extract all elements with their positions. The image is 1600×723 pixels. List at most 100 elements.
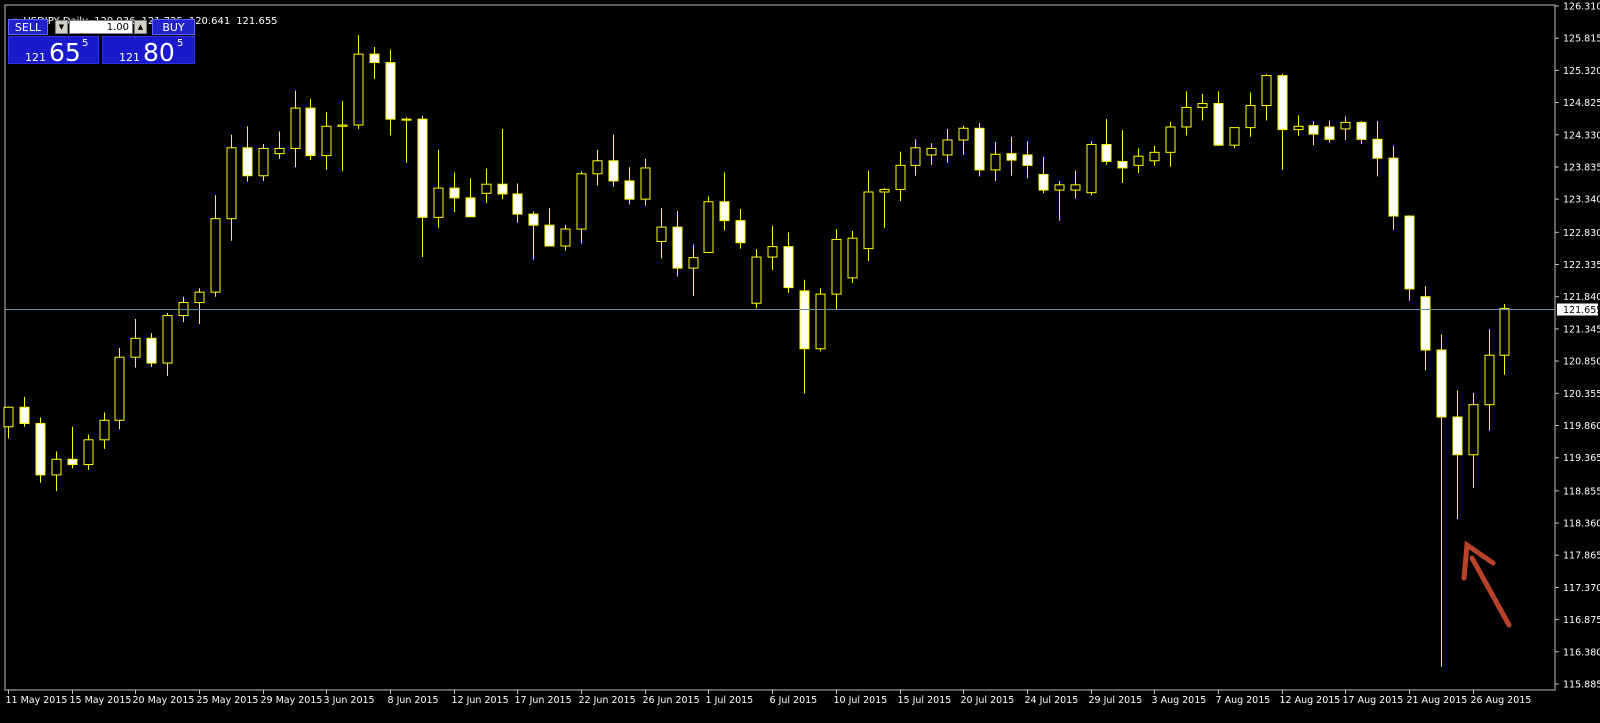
x-tick-label: 3 Aug 2015	[1152, 695, 1207, 706]
x-tick-label: 26 Jun 2015	[643, 695, 700, 706]
candle-body-bull	[83, 439, 94, 466]
candle-body-bear	[1356, 121, 1367, 140]
x-tick-label: 1 Jul 2015	[706, 695, 754, 706]
y-tick-label: 121.345	[1563, 324, 1600, 335]
candle-body-bear	[19, 406, 30, 425]
x-tick-label: 15 Jul 2015	[898, 695, 952, 706]
candle-body-bull	[130, 337, 141, 358]
x-tick-label: 29 May 2015	[261, 695, 323, 706]
candle-body-bull	[1499, 307, 1510, 356]
x-tick-label: 17 Jun 2015	[515, 695, 572, 706]
candle-body-bull	[114, 356, 125, 421]
candle-body-bull	[1293, 125, 1304, 131]
candle-body-bear	[624, 180, 635, 200]
sell-price-box[interactable]: 121 65 5	[8, 36, 99, 67]
buy-price-box[interactable]: 121 80 5	[102, 36, 195, 67]
ohlc-low: 120.641	[188, 16, 231, 27]
candle-body-bear	[719, 201, 730, 222]
y-tick-label: 118.855	[1563, 486, 1600, 497]
candle-body-bull	[337, 124, 348, 127]
x-tick-label: 24 Jul 2015	[1025, 695, 1079, 706]
candle-body-bull	[226, 147, 237, 220]
buy-button[interactable]: BUY	[152, 19, 195, 35]
time-axis: 11 May 2015 15 May 2015 20 May 2015 25 May …	[6, 690, 1531, 706]
y-tick-label: 125.815	[1563, 34, 1600, 45]
candle-body-bear	[465, 197, 476, 218]
x-tick-label: 21 Aug 2015	[1407, 695, 1468, 706]
y-tick-label: 123.340	[1563, 195, 1600, 206]
candle-body-bull	[703, 201, 714, 253]
y-tick-label: 122.335	[1563, 260, 1600, 271]
x-tick-label: 12 Jun 2015	[452, 695, 509, 706]
candle-body-bull	[1165, 126, 1176, 153]
candle	[114, 348, 125, 430]
lot-increase-triangle-up-icon[interactable]: ▲	[134, 20, 147, 34]
candle-body-bear	[497, 183, 508, 195]
candle-body-bull	[592, 160, 603, 175]
candle-body-bull	[958, 127, 969, 141]
x-tick-label: 17 Aug 2015	[1343, 695, 1404, 706]
candle-body-bull	[879, 188, 890, 193]
sell-price-pips: 65	[49, 38, 81, 67]
x-tick-label: 7 Aug 2015	[1216, 695, 1271, 706]
candle-body-bear	[1117, 160, 1128, 169]
plot-frame	[4, 4, 1556, 691]
candle-body-bull	[258, 147, 269, 177]
candle-body-bear	[1277, 75, 1288, 131]
candle-body-bull	[290, 107, 301, 149]
candle-body-bull	[1149, 151, 1160, 162]
candle	[146, 333, 157, 367]
current-price-label: 121.655	[1563, 305, 1600, 316]
candle-body-bear	[799, 290, 810, 350]
candle-body-bull	[1468, 404, 1479, 456]
candle-body-bear	[1388, 157, 1399, 217]
candle-body-bear	[1213, 103, 1224, 146]
candle-body-bull	[1086, 144, 1097, 194]
candle-body-bear	[1420, 296, 1431, 351]
candle	[1086, 141, 1097, 196]
candle-body-bear	[1404, 215, 1415, 290]
candle-body-bear	[242, 147, 253, 177]
y-tick-label: 117.370	[1563, 583, 1600, 594]
candle-body-bull	[847, 237, 858, 279]
candle-body-bull	[321, 125, 332, 157]
candle-body-bull	[751, 256, 762, 304]
candle-body-bull	[1261, 75, 1272, 107]
candlestick-chart[interactable]: 126.310 125.815 125.320 124.825 124.330 123.8…	[0, 0, 1600, 723]
x-tick-label: 8 Jun 2015	[388, 695, 439, 706]
candle-body-bull	[1181, 106, 1192, 128]
candle-body-bull	[99, 419, 110, 441]
candle-body-bear	[1436, 349, 1447, 418]
x-tick-label: 12 Aug 2015	[1280, 695, 1341, 706]
candle-body-bear	[1372, 138, 1383, 159]
lot-size-input[interactable]	[69, 20, 133, 34]
candle-body-bull	[560, 228, 571, 247]
candle-body-bull	[942, 139, 953, 156]
candle-body-bear	[608, 160, 619, 182]
candle-body-bull	[926, 147, 937, 156]
candle	[35, 417, 46, 483]
candle-body-bear	[417, 118, 428, 218]
lot-decrease-triangle-down-icon[interactable]: ▼	[55, 20, 68, 34]
y-tick-label: 118.360	[1563, 519, 1600, 530]
y-tick-label: 120.355	[1563, 389, 1600, 400]
y-tick-label: 119.365	[1563, 453, 1600, 464]
candle-body-bull	[51, 458, 62, 476]
x-tick-label: 3 Jun 2015	[324, 695, 375, 706]
candle-body-bear	[35, 423, 46, 476]
candle-body-bull	[210, 218, 221, 293]
candle-body-bear	[1022, 154, 1033, 166]
candle	[258, 143, 269, 181]
candle	[83, 434, 94, 470]
candle-body-bear	[544, 224, 555, 247]
candle	[1229, 127, 1240, 149]
candle-body-bear	[735, 220, 746, 244]
candle-body-bear	[67, 458, 78, 466]
buy-price-pips: 80	[143, 38, 175, 67]
candle-body-bull	[353, 53, 364, 126]
candle-body-bear	[783, 246, 794, 289]
sell-button[interactable]: SELL	[8, 19, 48, 35]
candle-body-bull	[433, 187, 444, 218]
candle-body-bear	[1101, 144, 1112, 162]
y-tick-label: 123.835	[1563, 162, 1600, 173]
